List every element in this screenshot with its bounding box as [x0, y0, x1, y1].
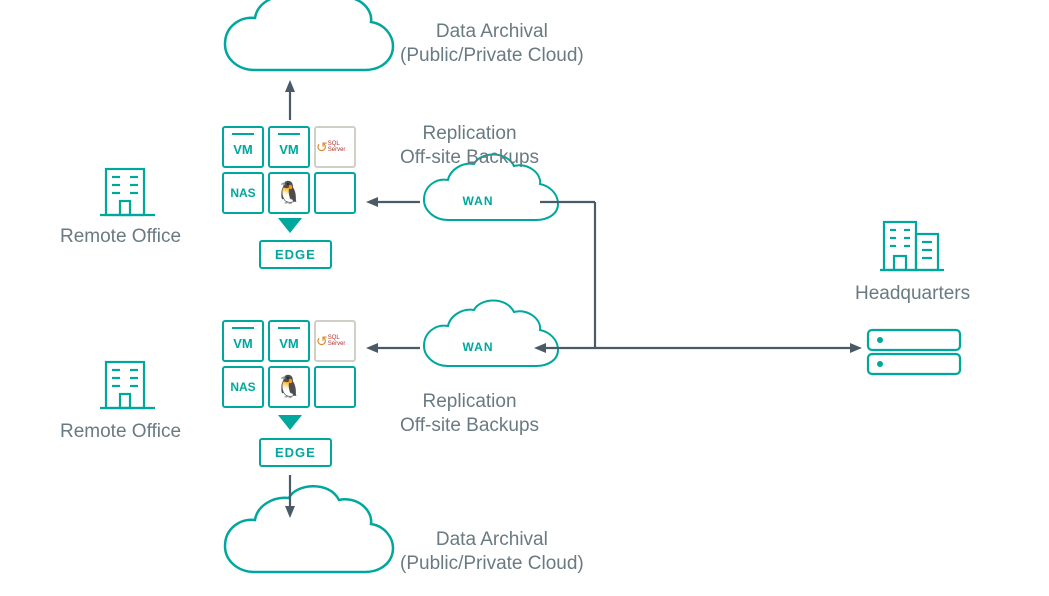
windows-icon: [314, 172, 356, 214]
remote-office-label-1: Remote Office: [60, 225, 181, 249]
linux-icon: 🐧: [268, 366, 310, 408]
edge-box-2: EDGE: [259, 438, 332, 467]
vm-icon: VM: [222, 126, 264, 168]
edge-box-1: EDGE: [259, 240, 332, 269]
building-icon-hq: [880, 216, 946, 276]
windows-icon: [314, 366, 356, 408]
vm-icon: VM: [222, 320, 264, 362]
wan-label-2: WAN: [463, 340, 494, 354]
linux-icon: 🐧: [268, 172, 310, 214]
replication-label-2: Replication Off-site Backups: [400, 390, 539, 438]
wan-label-1: WAN: [463, 194, 494, 208]
nas-icon: NAS: [222, 366, 264, 408]
building-icon-remote-2: [100, 358, 160, 413]
vm-icon: VM: [268, 126, 310, 168]
remote-office-label-2: Remote Office: [60, 420, 181, 444]
nas-icon: NAS: [222, 172, 264, 214]
sqlserver-icon: ↺SQL Server: [314, 126, 356, 168]
workload-grid-1: VM VM ↺SQL Server NAS 🐧: [222, 126, 356, 214]
data-archival-label-bottom: Data Archival (Public/Private Cloud): [400, 528, 584, 576]
sqlserver-icon: ↺SQL Server: [314, 320, 356, 362]
headquarters-label: Headquarters: [855, 282, 970, 306]
vm-icon: VM: [268, 320, 310, 362]
data-archival-label-top: Data Archival (Public/Private Cloud): [400, 20, 584, 68]
workload-grid-2: VM VM ↺SQL Server NAS 🐧: [222, 320, 356, 408]
server-icon: [866, 328, 962, 381]
replication-label-1: Replication Off-site Backups: [400, 122, 539, 170]
building-icon-remote-1: [100, 165, 160, 220]
